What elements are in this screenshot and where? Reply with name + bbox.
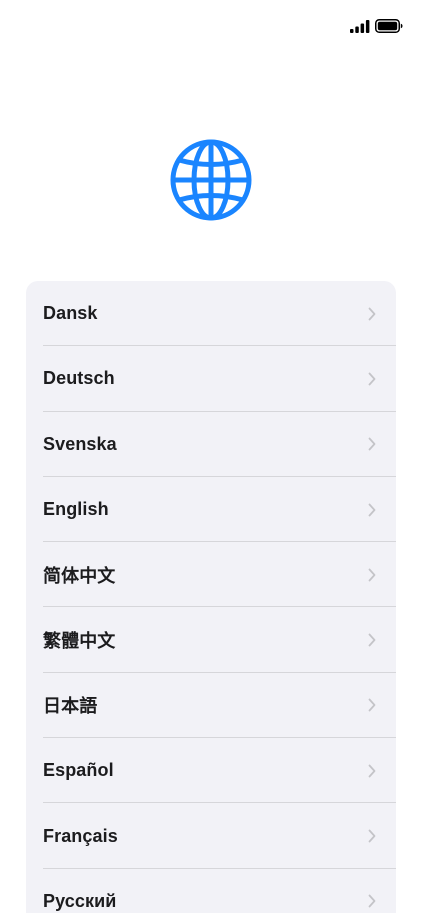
chevron-right-icon: [368, 764, 376, 778]
language-row-6[interactable]: 日本語: [26, 673, 396, 739]
language-row-0[interactable]: Dansk: [26, 281, 396, 347]
chevron-right-icon: [368, 829, 376, 843]
chevron-right-icon: [368, 699, 376, 712]
language-label: 简体中文: [43, 565, 116, 586]
battery-full-icon: [375, 19, 403, 33]
status-bar: [0, 0, 422, 52]
language-row-9[interactable]: Русский: [26, 869, 396, 913]
cellular-signal-icon: [350, 20, 370, 33]
language-label: 日本語: [43, 696, 98, 717]
language-label: Dansk: [43, 303, 98, 324]
language-list: Dansk Deutsch Svenska English 简体中文 繁體中文: [26, 281, 396, 913]
language-row-1[interactable]: Deutsch: [26, 346, 396, 412]
chevron-right-icon: [368, 307, 376, 321]
language-label: 繁體中文: [43, 631, 116, 652]
chevron-right-icon: [368, 568, 376, 582]
chevron-right-icon: [368, 633, 376, 647]
language-label: Français: [43, 825, 118, 846]
language-row-7[interactable]: Español: [26, 738, 396, 804]
language-label: Deutsch: [43, 368, 115, 389]
language-label: English: [43, 499, 109, 520]
language-row-8[interactable]: Français: [26, 803, 396, 869]
language-row-3[interactable]: English: [26, 477, 396, 543]
language-label: Svenska: [43, 433, 117, 454]
chevron-right-icon: [368, 503, 376, 516]
language-row-5[interactable]: 繁體中文: [26, 607, 396, 673]
chevron-right-icon: [368, 894, 376, 908]
chevron-right-icon: [368, 372, 376, 386]
language-label: Русский: [43, 890, 117, 911]
globe-icon: [170, 139, 252, 221]
language-row-2[interactable]: Svenska: [26, 412, 396, 477]
language-row-4[interactable]: 简体中文: [26, 542, 396, 608]
language-label: Español: [43, 760, 114, 781]
chevron-right-icon: [368, 437, 376, 451]
